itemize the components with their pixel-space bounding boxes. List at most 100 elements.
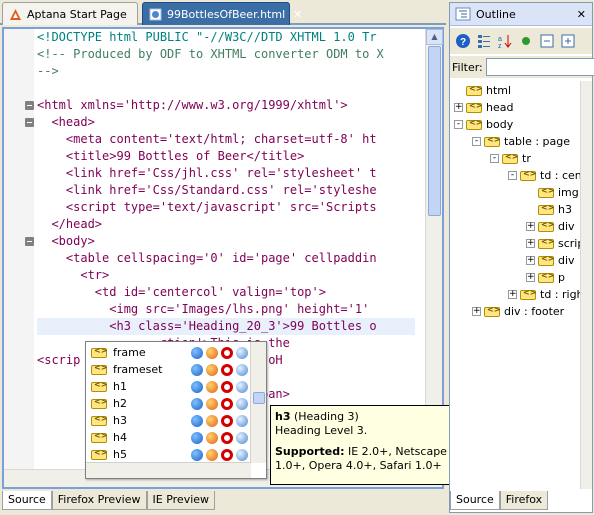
tree-node-h3[interactable]: h3 — [526, 201, 572, 218]
tab-source[interactable]: Source — [2, 491, 52, 510]
firefox-icon — [206, 346, 218, 359]
firefox-icon — [206, 380, 218, 393]
outline-tree: html + head - body - table : page - tr -… — [450, 81, 580, 489]
tree-node-tr[interactable]: - tr — [490, 150, 531, 167]
tag-icon — [91, 414, 107, 426]
ie-icon — [191, 346, 203, 359]
tree-node-script[interactable]: + script — [526, 235, 580, 252]
item-label: frameset — [113, 363, 163, 376]
expand-icon[interactable]: + — [472, 307, 481, 316]
autocomplete-vertical-scrollbar[interactable] — [250, 342, 266, 463]
tag-icon — [466, 118, 482, 130]
tree-node-td-centercol[interactable]: - td : cente — [508, 167, 580, 184]
collapse-list-icon[interactable] — [476, 33, 492, 49]
help-icon[interactable]: ? — [455, 33, 471, 49]
code-line: <title>99 Bottles of Beer</title> — [37, 149, 305, 163]
tree-node-label: div : footer — [504, 305, 565, 318]
autocomplete-item[interactable]: h1 — [86, 378, 251, 395]
tag-icon — [91, 363, 107, 375]
collapse-icon[interactable]: - — [454, 120, 463, 129]
scrollbar-thumb[interactable] — [428, 46, 441, 216]
outline-view-tabs: Source Firefox — [450, 491, 549, 511]
fold-collapse-icon[interactable] — [25, 101, 34, 110]
code-line: <script type='text/javascript' src='Scri… — [37, 200, 377, 214]
scrollbar-thumb[interactable] — [253, 392, 265, 404]
autocomplete-item[interactable]: h2 — [86, 395, 251, 412]
show-node-icon[interactable] — [518, 33, 534, 49]
tree-node-body[interactable]: - body — [454, 116, 513, 133]
sort-az-icon[interactable]: az — [497, 33, 513, 49]
item-label: h2 — [113, 397, 127, 410]
tree-node-label: body — [486, 118, 514, 131]
expand-icon[interactable]: + — [526, 273, 535, 282]
code-line-current: <h3 class='Heading_20_3'>99 Bottles o — [37, 318, 415, 335]
ie-icon — [191, 380, 203, 393]
tag-icon — [520, 288, 536, 300]
fold-collapse-icon[interactable] — [25, 118, 34, 127]
close-icon[interactable]: ✕ — [577, 8, 586, 21]
fold-collapse-icon[interactable] — [25, 237, 34, 246]
tag-icon — [91, 397, 107, 409]
tree-node-label: h3 — [558, 203, 572, 216]
scroll-up-icon[interactable]: ▲ — [426, 29, 443, 45]
tab-firefox-preview[interactable]: Firefox Preview — [51, 491, 147, 510]
tab-firefox[interactable]: Firefox — [499, 491, 549, 510]
tag-icon — [91, 431, 107, 443]
safari-icon — [236, 448, 248, 461]
tree-node-p[interactable]: + p — [526, 269, 565, 286]
opera-icon — [221, 431, 233, 444]
collapse-icon[interactable]: - — [490, 154, 499, 163]
expand-icon[interactable]: + — [526, 239, 535, 248]
editor-gutter — [4, 29, 34, 487]
tree-node-table-page[interactable]: - table : page — [472, 133, 570, 150]
tab-source[interactable]: Source — [450, 491, 500, 510]
safari-icon — [236, 414, 248, 427]
ie-icon — [191, 448, 203, 461]
tree-node-html[interactable]: html — [454, 82, 511, 99]
tree-node-label: script — [558, 237, 580, 250]
tree-node-td-rightcol[interactable]: + td : righto — [508, 286, 580, 303]
tree-node-img[interactable]: img : — [526, 184, 580, 201]
tab-ie-preview[interactable]: IE Preview — [146, 491, 216, 510]
autocomplete-horizontal-scrollbar[interactable] — [86, 462, 251, 478]
firefox-icon — [206, 414, 218, 427]
expand-all-icon[interactable] — [560, 33, 576, 49]
outline-vertical-scrollbar[interactable] — [580, 81, 592, 489]
autocomplete-item[interactable]: frame — [86, 344, 251, 361]
ie-icon — [191, 397, 203, 410]
code-line: <img src='Images/lhs.png' height='1' — [37, 302, 370, 316]
code-line: </head> — [37, 217, 103, 231]
expand-icon[interactable]: + — [526, 222, 535, 231]
tree-node-head[interactable]: + head — [454, 99, 513, 116]
code-line: <meta content='text/html; charset=utf-8'… — [37, 132, 377, 146]
svg-text:a: a — [498, 36, 502, 43]
tree-node-div-footer[interactable]: + div : footer — [472, 303, 564, 320]
tree-node-div[interactable]: + div — [526, 252, 575, 269]
autocomplete-item-selected[interactable]: h3 — [86, 412, 251, 429]
aptana-logo-icon — [9, 8, 22, 21]
code-line: <!DOCTYPE html PUBLIC "-//W3C//DTD XHTML… — [37, 30, 377, 44]
autocomplete-item[interactable]: h5 — [86, 446, 251, 463]
autocomplete-item[interactable]: h4 — [86, 429, 251, 446]
editor-vertical-scrollbar[interactable]: ▲ ▼ — [425, 29, 443, 469]
code-line: --> — [37, 64, 59, 78]
tree-node-div[interactable]: + div — [526, 218, 575, 235]
expand-icon[interactable]: + — [526, 256, 535, 265]
expand-icon[interactable]: + — [508, 290, 517, 299]
tag-icon — [538, 254, 554, 266]
filter-input[interactable] — [485, 58, 594, 76]
editor-view-tabs: Source Firefox Preview IE Preview — [2, 491, 216, 511]
collapse-icon[interactable]: - — [472, 137, 481, 146]
autocomplete-item[interactable]: frameset — [86, 361, 251, 378]
expand-icon[interactable]: + — [454, 103, 463, 112]
close-icon[interactable]: ✕ — [293, 8, 302, 21]
collapse-all-icon[interactable] — [539, 33, 555, 49]
code-line: <tr> — [37, 268, 110, 282]
tag-icon — [484, 305, 500, 317]
tab-aptana-start-page[interactable]: Aptana Start Page — [2, 2, 138, 25]
filter-row: Filter: — [450, 56, 594, 78]
collapse-icon[interactable]: - — [508, 171, 517, 180]
code-line: <body> — [37, 234, 95, 248]
tab-99bottlesofbeer-html[interactable]: 99BottlesOfBeer.html ✕ — [142, 2, 302, 25]
item-label: h1 — [113, 380, 127, 393]
